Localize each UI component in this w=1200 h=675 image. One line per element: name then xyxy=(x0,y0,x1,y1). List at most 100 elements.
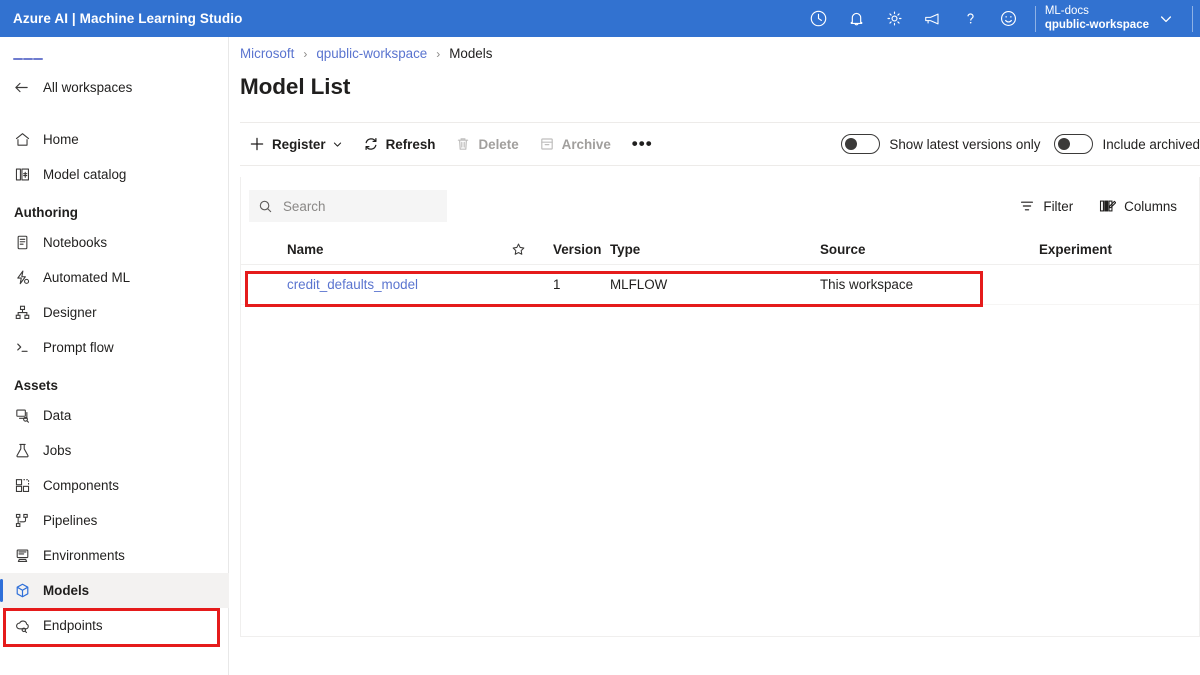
cell-version: 1 xyxy=(553,277,610,292)
more-options-button[interactable]: ••• xyxy=(622,127,663,161)
hamburger-bar xyxy=(13,58,23,60)
list-toolbar: Filter Columns xyxy=(241,177,1199,235)
all-workspaces-link[interactable]: All workspaces xyxy=(0,71,229,103)
sidebar-item-label: Designer xyxy=(43,305,97,320)
search-input[interactable] xyxy=(281,198,421,215)
delete-button: Delete xyxy=(446,127,527,161)
nav-gap xyxy=(0,112,229,122)
header-divider-left xyxy=(1035,6,1036,32)
components-icon xyxy=(14,476,38,496)
filter-button[interactable]: Filter xyxy=(1009,190,1083,222)
hamburger-bar xyxy=(33,58,43,60)
model-name-link[interactable]: credit_defaults_model xyxy=(287,277,418,292)
sidebar-section-authoring: Authoring xyxy=(0,192,229,225)
register-button[interactable]: Register xyxy=(240,127,352,161)
show-latest-versions-label: Show latest versions only xyxy=(889,137,1040,152)
sidebar-item-models[interactable]: Models xyxy=(0,573,229,608)
sidebar-item-components[interactable]: Components xyxy=(0,468,229,503)
columns-label: Columns xyxy=(1124,199,1177,214)
column-header-experiment[interactable]: Experiment xyxy=(1039,242,1199,257)
include-archived-toggle-group: Include archived xyxy=(1054,134,1200,154)
include-archived-label: Include archived xyxy=(1102,137,1200,152)
sidebar-item-label: Environments xyxy=(43,548,125,563)
main-content: Microsoft › qpublic-workspace › Models M… xyxy=(230,37,1200,675)
bell-icon[interactable] xyxy=(838,0,876,37)
register-label: Register xyxy=(272,137,326,152)
model-table: Name Version Type Source Experiment cred… xyxy=(241,235,1199,305)
chevron-down-icon xyxy=(332,139,343,150)
search-box[interactable] xyxy=(249,190,447,222)
workspace-text: ML-docs qpublic-workspace xyxy=(1045,5,1149,32)
top-header-bar: Azure AI | Machine Learning Studio xyxy=(0,0,1200,37)
hamburger-bar xyxy=(23,58,33,60)
workspace-directory: ML-docs xyxy=(1045,5,1149,19)
sidebar-item-automated-ml[interactable]: Automated ML xyxy=(0,260,229,295)
refresh-button[interactable]: Refresh xyxy=(354,127,445,161)
sidebar-item-endpoints[interactable]: Endpoints xyxy=(0,608,229,643)
columns-icon xyxy=(1099,198,1116,214)
breadcrumb-item-workspace[interactable]: qpublic-workspace xyxy=(316,46,427,61)
archive-icon xyxy=(539,136,555,152)
environments-icon xyxy=(14,546,38,566)
column-header-version[interactable]: Version xyxy=(553,242,610,257)
cell-type: MLFLOW xyxy=(610,277,820,292)
sidebar-item-label: Pipelines xyxy=(43,513,97,528)
chevron-down-icon[interactable] xyxy=(1149,0,1183,37)
sidebar-item-data[interactable]: Data xyxy=(0,398,229,433)
help-icon[interactable] xyxy=(952,0,990,37)
breadcrumb: Microsoft › qpublic-workspace › Models xyxy=(230,37,1200,61)
toggle-knob xyxy=(1058,138,1070,150)
column-header-favorite[interactable] xyxy=(511,242,553,257)
app-brand-title: Azure AI | Machine Learning Studio xyxy=(0,11,242,26)
show-latest-versions-toggle[interactable] xyxy=(841,134,880,154)
sidebar-section-assets: Assets xyxy=(0,365,229,398)
sidebar-item-model-catalog[interactable]: Model catalog xyxy=(0,157,229,192)
sidebar-item-prompt-flow[interactable]: Prompt flow xyxy=(0,330,229,365)
smiley-icon[interactable] xyxy=(990,0,1028,37)
data-icon xyxy=(14,406,38,426)
column-header-source[interactable]: Source xyxy=(820,242,1039,257)
breadcrumb-separator-icon: › xyxy=(436,47,440,61)
breadcrumb-item-microsoft[interactable]: Microsoft xyxy=(240,46,294,61)
sidebar-item-pipelines[interactable]: Pipelines xyxy=(0,503,229,538)
sidebar-item-designer[interactable]: Designer xyxy=(0,295,229,330)
hamburger-icon[interactable] xyxy=(13,44,43,74)
column-header-type[interactable]: Type xyxy=(610,242,820,257)
models-icon xyxy=(14,581,38,601)
filter-icon xyxy=(1019,198,1035,214)
command-toolbar: Register Refresh xyxy=(240,122,1200,166)
table-header-row: Name Version Type Source Experiment xyxy=(241,235,1199,265)
include-archived-toggle[interactable] xyxy=(1054,134,1093,154)
sidebar-item-home[interactable]: Home xyxy=(0,122,229,157)
prompt-flow-icon xyxy=(14,338,38,358)
left-sidebar: All workspaces Home Model catalog xyxy=(0,37,229,675)
search-icon xyxy=(258,199,273,214)
sidebar-item-label: Notebooks xyxy=(43,235,107,250)
column-header-name[interactable]: Name xyxy=(287,242,511,257)
gear-icon[interactable] xyxy=(876,0,914,37)
cell-name: credit_defaults_model xyxy=(287,277,511,292)
sidebar-item-environments[interactable]: Environments xyxy=(0,538,229,573)
sidebar-item-notebooks[interactable]: Notebooks xyxy=(0,225,229,260)
arrow-left-icon xyxy=(13,79,39,96)
automated-ml-icon xyxy=(14,268,38,288)
sidebar-item-label: Data xyxy=(43,408,71,423)
sidebar-item-label: Endpoints xyxy=(43,618,103,633)
archive-button: Archive xyxy=(530,127,620,161)
history-icon[interactable] xyxy=(800,0,838,37)
pipelines-icon xyxy=(14,511,38,531)
columns-button[interactable]: Columns xyxy=(1089,190,1187,222)
model-list-panel: Filter Columns Name xyxy=(240,177,1200,637)
table-row[interactable]: credit_defaults_model 1 MLFLOW This work… xyxy=(241,265,1199,305)
header-icon-group: ML-docs qpublic-workspace xyxy=(800,0,1200,37)
megaphone-icon[interactable] xyxy=(914,0,952,37)
header-divider-right xyxy=(1192,6,1193,32)
sidebar-item-label: Components xyxy=(43,478,119,493)
sidebar-item-jobs[interactable]: Jobs xyxy=(0,433,229,468)
sidebar-item-label: Automated ML xyxy=(43,270,130,285)
sidebar-item-label: Prompt flow xyxy=(43,340,114,355)
workspace-selector[interactable]: ML-docs qpublic-workspace xyxy=(1043,0,1185,37)
toggle-knob xyxy=(845,138,857,150)
plus-icon xyxy=(249,136,265,152)
endpoints-icon xyxy=(14,616,38,636)
